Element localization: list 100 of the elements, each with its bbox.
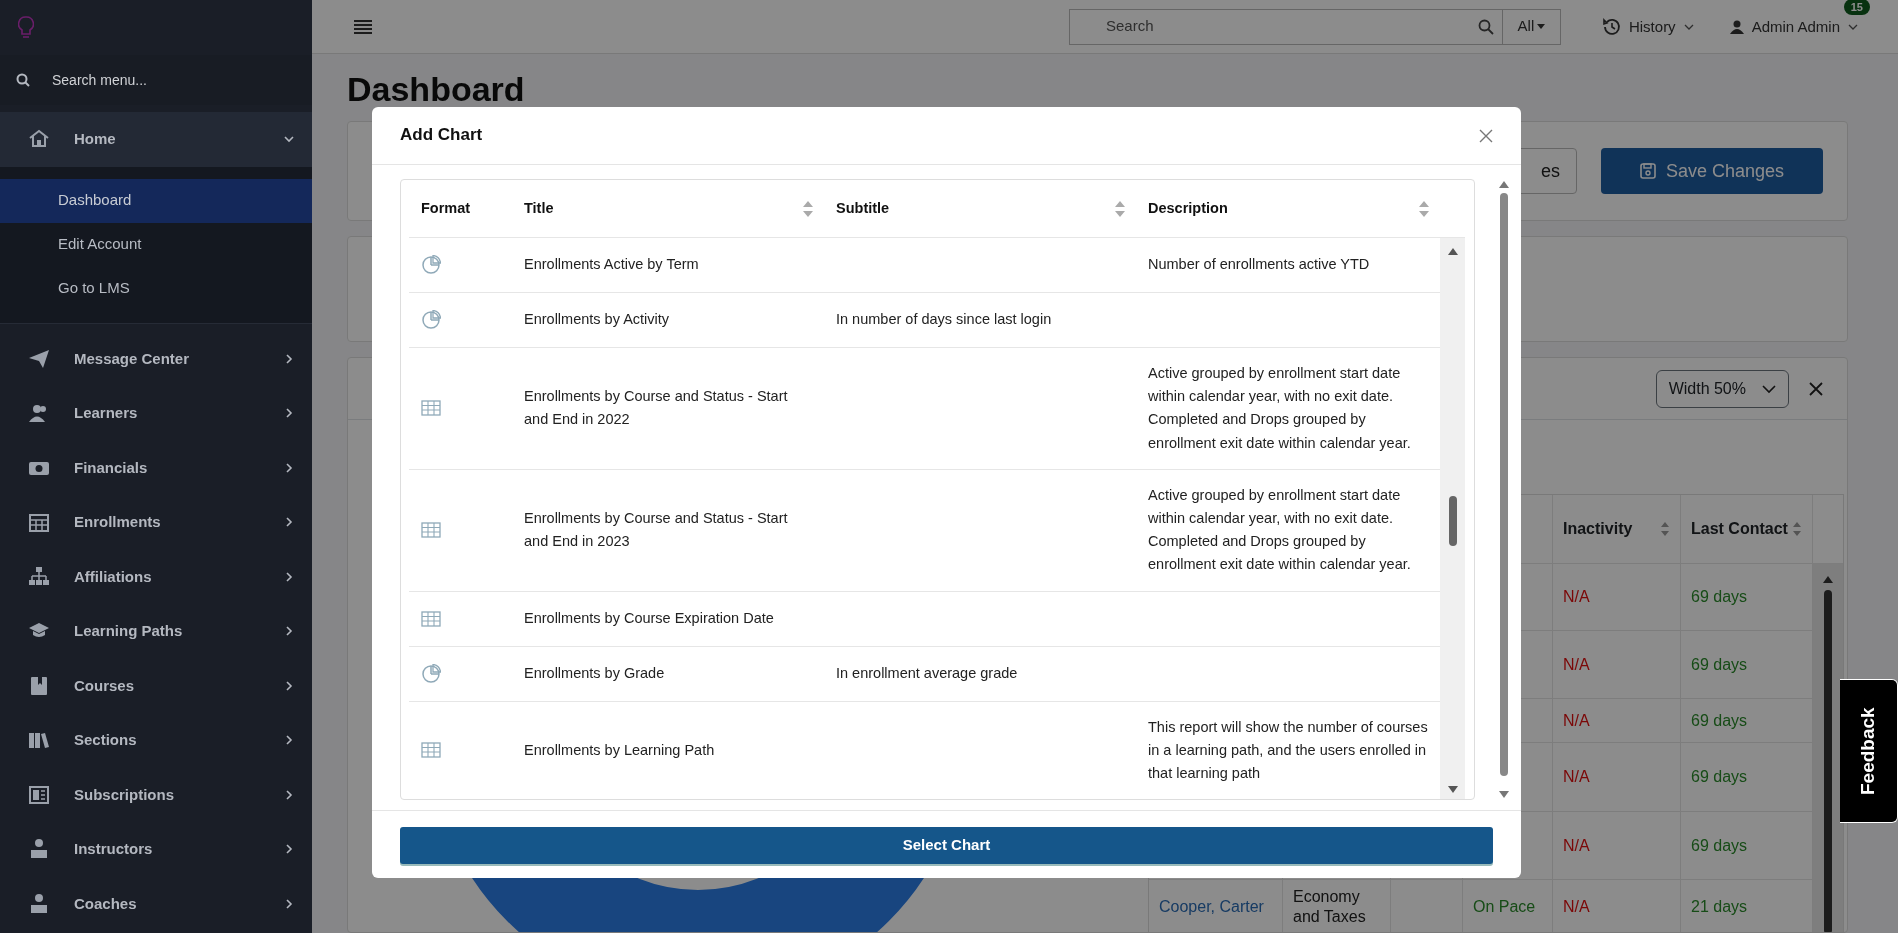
scroll-up-icon (1498, 179, 1510, 189)
chevron-icon (284, 844, 294, 855)
column-header[interactable]: Subtitle (824, 180, 1136, 238)
menu-item[interactable]: Affiliations (0, 549, 312, 604)
feedback-tab[interactable]: Feedback (1840, 679, 1898, 823)
paper-plane-icon (28, 347, 50, 370)
table-cell: Cooper, Carter (1149, 880, 1283, 932)
column-header[interactable]: Last Contact (1681, 495, 1813, 564)
table-cell: 69 days (1681, 743, 1813, 812)
scrollbar-thumb[interactable] (1500, 193, 1508, 777)
menu-item[interactable]: Sections (0, 713, 312, 768)
scrollbar-thumb[interactable] (1448, 495, 1457, 546)
sort-icon (802, 199, 814, 218)
table-cell[interactable]: Enrollments by Activity (512, 293, 824, 348)
table-cell: N/A (1553, 564, 1681, 631)
table-cell: Active grouped by enrollment start date within calendar year, with no exit date. Completed and Drops grouped by enrollment exit date within calendar year. (1136, 469, 1440, 592)
table-cell: In number of days since last login (824, 293, 1136, 348)
pie-chart-icon (421, 255, 441, 275)
chevron-icon (284, 571, 294, 582)
menu-item[interactable]: Courses (0, 658, 312, 713)
submenu-item[interactable]: Go to LMS (0, 266, 312, 311)
dialog-title: Add Chart (400, 125, 484, 146)
menu-item[interactable]: Learning Paths (0, 604, 312, 659)
scrollbar-thumb[interactable] (1824, 590, 1832, 932)
select-chart-button[interactable]: Select Chart (400, 827, 1493, 865)
chevron-icon (284, 408, 294, 419)
table-cell: 69 days (1681, 699, 1813, 743)
chevron-icon (284, 626, 294, 637)
save-button[interactable]: Save Changes (1601, 148, 1823, 194)
column-header[interactable]: Inactivity (1553, 495, 1681, 564)
table-cell-text: This report will show the number of courses in a learning path, and the users enrolled in that learning path (1147, 717, 1429, 783)
table-cell[interactable]: Enrollments by Course and Status - Start and End in 2023 (512, 469, 824, 592)
table-cell[interactable]: Enrollments Active by Term (512, 238, 824, 293)
user-icon (1729, 19, 1744, 34)
person-icon (28, 838, 50, 861)
table-cell: N/A (1553, 699, 1681, 743)
table-cell[interactable]: Enrollments by Course Expiration Date (512, 591, 824, 647)
table-cell: N/A (1553, 631, 1681, 699)
chevron-icon (284, 462, 294, 473)
caret-icon (1537, 24, 1546, 29)
person-icon (28, 892, 50, 915)
table-icon (421, 520, 441, 541)
submenu-item[interactable]: Edit Account (0, 222, 312, 267)
table-cell: 21 days (1681, 880, 1813, 932)
table-cell[interactable]: Enrollments by Course and Status - Start and End in 2022 (512, 348, 824, 470)
page-title: Dashboard (347, 69, 526, 106)
chevron-icon (284, 735, 294, 746)
table-cell: Number of enrollments active YTD (1136, 238, 1440, 293)
scroll-up-icon (1446, 246, 1459, 256)
notification-badge: 15 (1843, 0, 1870, 15)
chevron-icon (284, 789, 294, 800)
search-menu-field[interactable]: Search menu... (50, 68, 250, 92)
column-header[interactable]: Description (1136, 180, 1440, 238)
table-cell: Active grouped by enrollment start date within calendar year, with no exit date. Completed and Drops grouped by enrollment exit date within calendar year. (1136, 348, 1440, 470)
table-cell[interactable]: Enrollments by Grade (512, 646, 824, 702)
chevron-icon (284, 134, 294, 145)
global-search-field[interactable]: Search All (1068, 8, 1561, 45)
user-menu[interactable]: Admin Admin (1729, 16, 1858, 37)
menu-item[interactable]: Subscriptions (0, 767, 312, 822)
clock-icon (1602, 17, 1621, 36)
table-cell: 69 days (1681, 564, 1813, 631)
menu-item[interactable]: Home (0, 112, 312, 167)
menu-item[interactable]: Enrollments (0, 495, 312, 550)
table-cell: N/A (1553, 880, 1681, 932)
hierarchy-icon (28, 565, 50, 588)
menu-item[interactable]: Instructors (0, 822, 312, 877)
table-icon (421, 398, 441, 419)
table-cell[interactable]: Enrollments by Learning Path (512, 701, 824, 800)
menu-item[interactable]: Financials (0, 440, 312, 495)
menu-icon (354, 19, 372, 34)
pie-chart-icon (421, 663, 441, 684)
scroll-up-icon (1822, 574, 1834, 584)
submenu-item[interactable]: Dashboard (0, 178, 312, 223)
width-dropdown[interactable]: Width 50% (1655, 369, 1789, 408)
menu-item[interactable]: Coaches (0, 876, 312, 931)
chevron-icon (284, 517, 294, 528)
menu-item[interactable]: Learners (0, 386, 312, 441)
column-header: Format (409, 180, 512, 238)
table-cell: Economy and Taxes (1283, 880, 1391, 932)
search-icon (16, 73, 30, 87)
calendar-icon (28, 511, 50, 534)
table-cell: 69 days (1681, 631, 1813, 699)
chevron-icon (284, 898, 294, 909)
book-icon (28, 674, 50, 697)
table-cell: On Pace (1463, 880, 1553, 932)
column-header[interactable]: Title (512, 180, 824, 238)
chevron-icon (284, 680, 294, 691)
table-icon (421, 740, 441, 761)
chevron-icon (1762, 383, 1776, 394)
close-icon (1479, 129, 1493, 144)
history-menu[interactable]: History (1602, 16, 1694, 37)
table-icon (421, 608, 441, 629)
sort-icon (1418, 199, 1430, 218)
table-cell: In enrollment average grade (824, 646, 1136, 702)
table-cell: N/A (1553, 812, 1681, 880)
pie-chart-icon (421, 310, 441, 330)
menu-item[interactable]: Message Center (0, 331, 312, 386)
newspaper-icon (28, 783, 50, 806)
lightbulb-icon (18, 15, 34, 40)
search-icon (1477, 18, 1494, 35)
